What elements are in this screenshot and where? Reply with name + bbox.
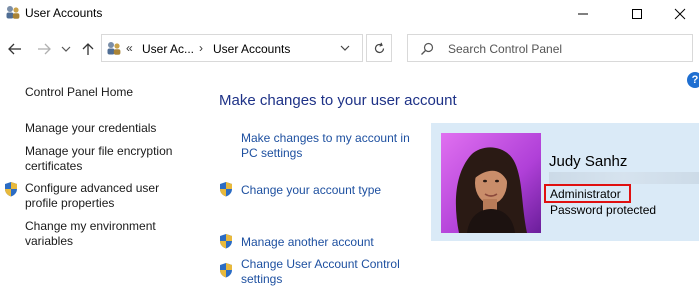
maximize-button[interactable]	[614, 0, 660, 28]
close-icon	[674, 8, 685, 20]
up-button[interactable]	[80, 41, 96, 57]
shield-icon	[220, 234, 232, 249]
refresh-button[interactable]	[366, 34, 392, 62]
address-bar[interactable]: « User Ac... › User Accounts	[101, 34, 363, 62]
breadcrumb-user-accounts-parent[interactable]: User Ac...	[142, 42, 194, 56]
sidebar-item-manage-credentials[interactable]: Manage your credentials	[25, 121, 195, 136]
chevron-down-icon[interactable]	[340, 44, 350, 52]
back-button[interactable]	[7, 41, 23, 57]
account-role: Administrator	[550, 187, 621, 201]
task-change-account-type[interactable]: Change your account type	[241, 183, 381, 198]
users-icon	[107, 42, 121, 55]
user-name: Judy Sanhz	[549, 153, 628, 170]
sidebar-item-file-encryption[interactable]: Manage your file encryption certificates	[25, 144, 185, 174]
navigation-bar: « User Ac... › User Accounts Search Cont…	[0, 32, 699, 64]
account-status: Password protected	[550, 203, 657, 217]
sidebar-item-environment-variables[interactable]: Change my environment variables	[25, 219, 175, 249]
search-input[interactable]: Search Control Panel	[448, 42, 562, 56]
user-photo-image	[441, 133, 541, 233]
recent-locations-button[interactable]	[60, 41, 72, 57]
breadcrumb-overflow[interactable]: «	[126, 41, 133, 55]
search-icon	[421, 42, 434, 55]
page-title: Make changes to your user account	[219, 92, 457, 109]
forward-arrow-icon	[38, 43, 51, 55]
shield-icon	[5, 182, 17, 197]
shield-icon	[220, 182, 232, 197]
minimize-icon	[578, 13, 588, 15]
task-pc-settings[interactable]: Make changes to my account in PC setting…	[241, 131, 421, 161]
window-title: User Accounts	[25, 6, 103, 20]
breadcrumb-user-accounts[interactable]: User Accounts	[213, 42, 290, 56]
up-arrow-icon	[82, 43, 94, 55]
close-button[interactable]	[660, 0, 699, 28]
sidebar-item-advanced-profile[interactable]: Configure advanced user profile properti…	[25, 181, 175, 211]
chevron-down-icon	[61, 46, 71, 52]
task-manage-another-account[interactable]: Manage another account	[241, 235, 374, 250]
back-arrow-icon	[8, 43, 21, 55]
redacted-email	[549, 172, 699, 184]
title-bar: User Accounts	[0, 0, 699, 28]
maximize-icon	[632, 9, 642, 19]
sidebar-item-control-panel-home[interactable]: Control Panel Home	[25, 85, 195, 100]
breadcrumb-separator[interactable]: ›	[199, 41, 203, 55]
avatar	[441, 133, 541, 233]
users-icon	[6, 6, 20, 19]
task-uac-settings[interactable]: Change User Account Control settings	[241, 257, 421, 286]
forward-button[interactable]	[36, 41, 52, 57]
minimize-button[interactable]	[560, 0, 606, 28]
help-button[interactable]: ?	[687, 72, 699, 88]
shield-icon	[220, 263, 232, 278]
refresh-icon	[374, 42, 384, 53]
search-box[interactable]: Search Control Panel	[407, 34, 693, 62]
